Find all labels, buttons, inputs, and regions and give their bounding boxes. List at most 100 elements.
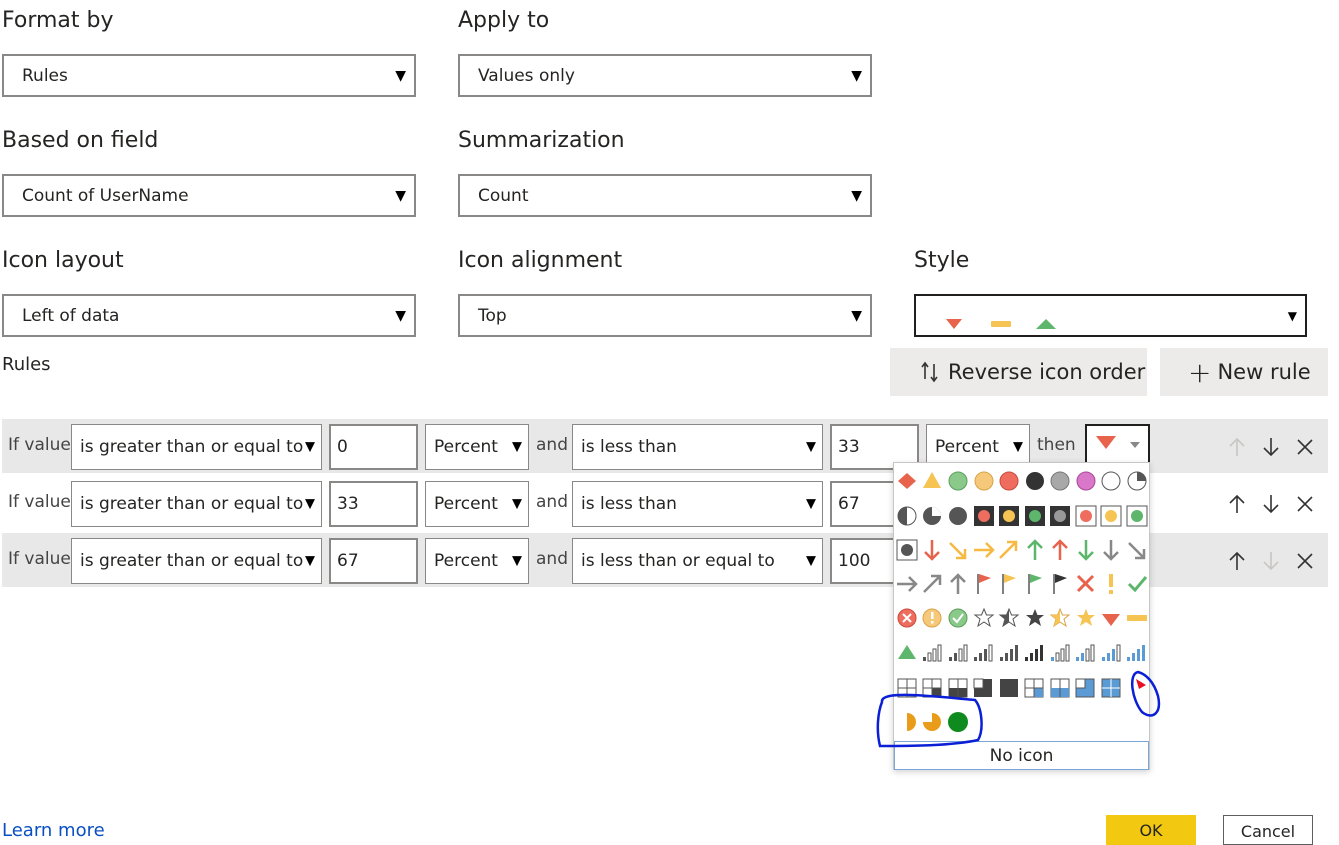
- blue-bars-1-icon[interactable]: [1051, 644, 1070, 662]
- grey-circle-icon[interactable]: [1050, 471, 1070, 491]
- yellow-circle-icon[interactable]: [974, 471, 994, 491]
- move-up-icon[interactable]: [1229, 494, 1245, 513]
- rule-3-operator-2[interactable]: is less than or equal to ▼: [572, 538, 823, 584]
- reverse-icon-order-button[interactable]: Reverse icon order: [890, 348, 1147, 396]
- half-circle-icon[interactable]: [897, 506, 917, 526]
- apply-to-dropdown[interactable]: Values only ▼: [458, 54, 872, 97]
- summarization-dropdown[interactable]: Count ▼: [458, 174, 872, 217]
- cancel-button[interactable]: Cancel: [1223, 815, 1313, 845]
- yellow-arrow-down-right-icon[interactable]: [949, 542, 967, 560]
- yellow-exclamation-circle-icon[interactable]: [922, 608, 942, 628]
- yellow-flag-icon[interactable]: [1002, 574, 1016, 594]
- green-flag-icon[interactable]: [1028, 574, 1042, 594]
- rule-2-operator-2[interactable]: is less than ▼: [572, 481, 823, 527]
- red-x-icon[interactable]: [1076, 574, 1095, 593]
- new-rule-button[interactable]: + New rule: [1160, 348, 1328, 396]
- format-by-label: Format by: [2, 8, 114, 33]
- green-outline-square-icon[interactable]: [1126, 505, 1148, 527]
- white-circle-icon[interactable]: [1101, 471, 1121, 491]
- yellow-arrow-right-icon[interactable]: [974, 542, 995, 558]
- yellow-arrow-up-right-icon[interactable]: [999, 540, 1018, 559]
- rule-3-operator-1[interactable]: is greater than or equal to ▼: [71, 538, 322, 584]
- grey-outline-square-icon[interactable]: [896, 539, 918, 561]
- yellow-outline-square-icon[interactable]: [1100, 505, 1122, 527]
- move-up-icon[interactable]: [1229, 551, 1245, 570]
- ok-button[interactable]: OK: [1106, 815, 1196, 845]
- rule-2-operator-1[interactable]: is greater than or equal to ▼: [71, 481, 322, 527]
- green-check-icon[interactable]: [1127, 576, 1148, 593]
- red-square-circle-icon[interactable]: [974, 506, 994, 526]
- blue-bars-2-icon[interactable]: [1076, 644, 1095, 662]
- half-gold-star-icon[interactable]: [1049, 607, 1071, 628]
- rule-3-unit-1[interactable]: Percent ▼: [425, 538, 529, 584]
- icon-layout-dropdown[interactable]: Left of data ▼: [2, 294, 416, 337]
- grey-arrow-down-icon[interactable]: [1103, 540, 1119, 561]
- red-arrow-down-icon[interactable]: [924, 540, 940, 561]
- green-square-circle-icon[interactable]: [1025, 506, 1045, 526]
- pink-circle-icon[interactable]: [1076, 471, 1096, 491]
- gold-star-icon[interactable]: [1077, 609, 1095, 626]
- rule-3-controls: [1229, 551, 1313, 571]
- red-down-triangle-icon[interactable]: [1102, 614, 1120, 626]
- move-up-icon[interactable]: [1229, 437, 1245, 456]
- move-down-icon[interactable]: [1263, 438, 1279, 457]
- signal-bars-3-icon[interactable]: [974, 644, 993, 662]
- red-circle-icon[interactable]: [999, 471, 1019, 491]
- signal-bars-4-icon[interactable]: [1000, 645, 1018, 661]
- rule-2-value-1-input[interactable]: 33: [329, 481, 418, 527]
- full-circle-icon[interactable]: [949, 507, 967, 525]
- icon-alignment-dropdown[interactable]: Top ▼: [458, 294, 872, 337]
- style-icon-set: [946, 318, 1056, 329]
- learn-more-link[interactable]: Learn more: [2, 820, 105, 841]
- black-flag-icon[interactable]: [1053, 574, 1067, 594]
- style-dropdown[interactable]: ▼: [914, 294, 1307, 337]
- grey-square-circle-icon[interactable]: [1050, 506, 1070, 526]
- rule-1-value-1-input[interactable]: 0: [329, 424, 418, 470]
- move-down-icon[interactable]: [1263, 495, 1279, 514]
- red-diamond-icon[interactable]: [898, 473, 916, 489]
- half-star-icon[interactable]: [998, 607, 1020, 628]
- delete-rule-icon[interactable]: [1297, 553, 1313, 569]
- green-check-circle-icon[interactable]: [948, 608, 968, 628]
- black-circle-icon[interactable]: [1026, 472, 1044, 490]
- red-flag-icon[interactable]: [977, 574, 991, 594]
- signal-bars-full-icon[interactable]: [1025, 645, 1043, 661]
- signal-bars-1-icon[interactable]: [923, 644, 942, 662]
- blue-bars-3-icon[interactable]: [1102, 644, 1121, 662]
- rule-2-unit-1-value: Percent: [434, 494, 498, 514]
- rule-1-unit-1[interactable]: Percent ▼: [425, 424, 529, 470]
- rule-1-operator-2[interactable]: is less than ▼: [572, 424, 823, 470]
- red-outline-square-icon[interactable]: [1075, 505, 1097, 527]
- move-down-icon[interactable]: [1263, 552, 1279, 571]
- format-by-dropdown[interactable]: Rules ▼: [2, 54, 416, 97]
- full-star-icon[interactable]: [1026, 609, 1044, 626]
- yellow-exclamation-icon[interactable]: [1109, 574, 1113, 594]
- yellow-triangle-icon[interactable]: [923, 472, 941, 488]
- icon-layout-value: Left of data: [22, 305, 120, 326]
- green-arrow-up-icon[interactable]: [1027, 539, 1043, 560]
- empty-star-icon[interactable]: [973, 607, 995, 628]
- grey-arrow-down-right-icon[interactable]: [1128, 542, 1146, 560]
- based-on-field-dropdown[interactable]: Count of UserName ▼: [2, 174, 416, 217]
- signal-bars-2-icon[interactable]: [949, 644, 968, 662]
- green-arrow-down-icon[interactable]: [1078, 540, 1094, 561]
- delete-rule-icon[interactable]: [1297, 439, 1313, 455]
- grey-arrow-up-right-icon[interactable]: [923, 574, 942, 593]
- quarter-circle-icon[interactable]: [1127, 471, 1147, 491]
- delete-rule-icon[interactable]: [1297, 496, 1313, 512]
- three-quarter-circle-icon[interactable]: [923, 507, 941, 525]
- red-down-triangle-icon: [946, 318, 962, 329]
- rule-1-operator-1[interactable]: is greater than or equal to ▼: [71, 424, 322, 470]
- rule-2-unit-1[interactable]: Percent ▼: [425, 481, 529, 527]
- grey-arrow-right-icon[interactable]: [897, 576, 918, 592]
- green-circle-icon[interactable]: [948, 471, 968, 491]
- green-up-triangle-icon[interactable]: [898, 645, 916, 659]
- red-x-circle-icon[interactable]: [897, 608, 917, 628]
- green-up-triangle-icon: [1036, 318, 1056, 329]
- yellow-square-circle-icon[interactable]: [999, 506, 1019, 526]
- blue-bars-4-icon[interactable]: [1127, 645, 1145, 661]
- rule-3-value-1-input[interactable]: 67: [329, 538, 418, 584]
- grey-arrow-up-icon[interactable]: [950, 573, 966, 594]
- red-arrow-up-icon[interactable]: [1052, 539, 1068, 560]
- yellow-dash-icon[interactable]: [1127, 615, 1147, 621]
